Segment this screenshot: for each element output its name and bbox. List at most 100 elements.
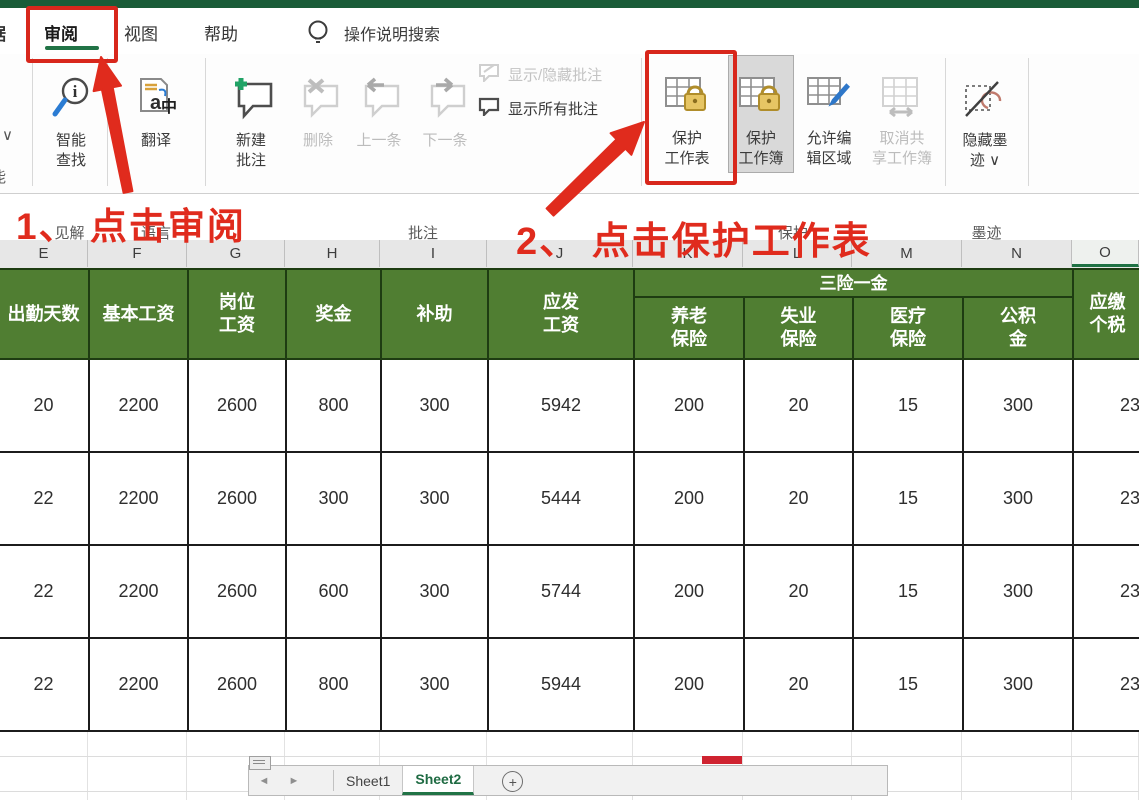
data-cell[interactable]: 2200 xyxy=(89,359,188,452)
data-cell[interactable]: 600 xyxy=(286,545,381,638)
ribbon-tab-row: 据 审阅 视图 帮助 操作说明搜索 xyxy=(0,8,1139,54)
header-cell[interactable]: 补助 xyxy=(381,269,488,359)
data-cell[interactable]: 200 xyxy=(634,359,744,452)
sheet-tab-sheet1[interactable]: Sheet1 xyxy=(334,766,402,795)
group-separator xyxy=(945,58,946,186)
allow-edit-ranges-button[interactable]: 允许编 辑区域 xyxy=(797,56,861,172)
data-cell[interactable]: 22 xyxy=(0,638,89,731)
smart-lookup-button[interactable]: i 智能 查找 xyxy=(40,56,102,172)
data-cell[interactable]: 300 xyxy=(286,452,381,545)
hide-ink-label: 隐藏墨 迹 ∨ xyxy=(962,131,1007,171)
data-cell[interactable]: 300 xyxy=(963,638,1073,731)
data-cell[interactable]: 2600 xyxy=(188,545,286,638)
data-cell[interactable]: 2600 xyxy=(188,359,286,452)
tab-data-partial[interactable]: 据 xyxy=(0,20,6,45)
data-cell[interactable]: 20 xyxy=(744,359,853,452)
delete-comment-button[interactable]: 删除 xyxy=(290,56,346,172)
tab-view[interactable]: 视图 xyxy=(124,20,158,45)
data-cell[interactable]: 5944 xyxy=(488,638,634,731)
tab-help[interactable]: 帮助 xyxy=(204,20,238,45)
data-cell[interactable]: 2200 xyxy=(89,452,188,545)
tab-bar-grip[interactable] xyxy=(249,756,271,770)
ribbon: ∨ 能 i 智能 查找 a中 翻译 新建 批注 xyxy=(0,54,1139,194)
header-subcell[interactable]: 失业 保险 xyxy=(744,297,853,359)
data-cell[interactable]: 5444 xyxy=(488,452,634,545)
data-cell[interactable]: 5942 xyxy=(488,359,634,452)
column-letter-O[interactable]: O xyxy=(1072,240,1139,267)
data-cell[interactable]: 300 xyxy=(381,638,488,731)
hide-ink-button[interactable]: 隐藏墨 迹 ∨ xyxy=(950,56,1020,172)
sheet-nav-right-icon[interactable]: ► xyxy=(279,766,309,795)
data-cell[interactable]: 23 xyxy=(1073,545,1139,638)
data-cell[interactable]: 800 xyxy=(286,638,381,731)
data-cell[interactable]: 300 xyxy=(381,545,488,638)
header-subcell[interactable]: 公积 金 xyxy=(963,297,1073,359)
faint-gridline xyxy=(961,731,962,800)
protect-sheet-button[interactable]: 保护 工作表 xyxy=(652,56,722,172)
sheet-nav-left-icon[interactable]: ◄ xyxy=(249,766,279,795)
data-cell[interactable]: 5744 xyxy=(488,545,634,638)
unshare-workbook-button[interactable]: 取消共 享工作簿 xyxy=(862,56,942,172)
data-cell[interactable]: 15 xyxy=(853,638,963,731)
data-cell[interactable]: 300 xyxy=(963,452,1073,545)
next-comment-button[interactable]: 下一条 xyxy=(414,56,476,172)
column-letter-N[interactable]: N xyxy=(962,240,1072,267)
data-cell[interactable]: 20 xyxy=(744,638,853,731)
add-sheet-button[interactable]: + xyxy=(502,771,523,792)
header-subcell[interactable]: 医疗 保险 xyxy=(853,297,963,359)
protect-sheet-icon xyxy=(663,56,711,126)
new-comment-button[interactable]: 新建 批注 xyxy=(222,56,280,172)
data-cell[interactable]: 22 xyxy=(0,452,89,545)
data-cell[interactable]: 2600 xyxy=(188,452,286,545)
data-cell[interactable]: 15 xyxy=(853,359,963,452)
data-cell[interactable]: 300 xyxy=(381,359,488,452)
data-cell[interactable]: 300 xyxy=(963,545,1073,638)
table-row: 22220026006003005744200201530023 xyxy=(0,545,1139,638)
show-all-comments-button[interactable]: 显示所有批注 xyxy=(478,96,598,120)
header-cell[interactable]: 应发 工资 xyxy=(488,269,634,359)
data-cell[interactable]: 200 xyxy=(634,638,744,731)
data-cell[interactable]: 20 xyxy=(0,359,89,452)
next-comment-label: 下一条 xyxy=(422,131,467,151)
header-group-cell[interactable]: 三险一金 xyxy=(634,269,1073,297)
data-cell[interactable]: 20 xyxy=(744,452,853,545)
data-cell[interactable]: 800 xyxy=(286,359,381,452)
data-cell[interactable]: 22 xyxy=(0,545,89,638)
header-cell[interactable]: 出勤天数 xyxy=(0,269,89,359)
protect-workbook-label: 保护 工作簿 xyxy=(738,129,783,169)
data-cell[interactable]: 23 xyxy=(1073,359,1139,452)
data-cell[interactable]: 23 xyxy=(1073,638,1139,731)
header-cell[interactable]: 基本工资 xyxy=(89,269,188,359)
data-cell[interactable]: 15 xyxy=(853,452,963,545)
tell-me-search[interactable]: 操作说明搜索 xyxy=(344,21,440,45)
sheet-tab-sheet2[interactable]: Sheet2 xyxy=(402,766,474,795)
header-subcell[interactable]: 养老 保险 xyxy=(634,297,744,359)
sheet-tab-bar: ◄ ► Sheet1 Sheet2 + xyxy=(248,765,888,796)
translate-button[interactable]: a中 翻译 xyxy=(120,56,192,172)
header-cell[interactable]: 岗位 工资 xyxy=(188,269,286,359)
tell-me-bulb-icon xyxy=(306,18,330,53)
new-comment-label: 新建 批注 xyxy=(236,131,266,171)
tab-review[interactable]: 审阅 xyxy=(44,20,78,45)
protect-workbook-icon xyxy=(737,56,785,126)
group-separator xyxy=(641,58,642,186)
header-cell[interactable]: 应缴 个税 xyxy=(1073,269,1139,359)
protect-sheet-label: 保护 工作表 xyxy=(664,129,709,169)
protect-workbook-button[interactable]: 保护 工作簿 xyxy=(729,56,793,172)
column-letter-I[interactable]: I xyxy=(380,240,487,267)
previous-comment-button[interactable]: 上一条 xyxy=(348,56,410,172)
data-cell[interactable]: 2200 xyxy=(89,638,188,731)
data-cell[interactable]: 300 xyxy=(963,359,1073,452)
data-cell[interactable]: 20 xyxy=(744,545,853,638)
header-cell[interactable]: 奖金 xyxy=(286,269,381,359)
previous-comment-icon xyxy=(356,56,402,128)
data-cell[interactable]: 23 xyxy=(1073,452,1139,545)
data-cell[interactable]: 2600 xyxy=(188,638,286,731)
column-letter-H[interactable]: H xyxy=(285,240,380,267)
data-cell[interactable]: 200 xyxy=(634,452,744,545)
data-cell[interactable]: 15 xyxy=(853,545,963,638)
data-cell[interactable]: 300 xyxy=(381,452,488,545)
data-cell[interactable]: 200 xyxy=(634,545,744,638)
show-hide-comment-button[interactable]: 显示/隐藏批注 xyxy=(478,62,602,86)
data-cell[interactable]: 2200 xyxy=(89,545,188,638)
